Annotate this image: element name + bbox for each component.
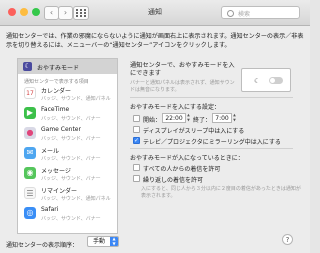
display-sleep-label: ディスプレイがスリープ中は入にする <box>143 128 245 135</box>
facetime-icon: ▶ <box>24 107 36 119</box>
app-name: Safari <box>41 206 59 213</box>
when-on-heading: おやすみモードが入になっているときに： <box>130 155 244 162</box>
dnd-preview: ☾ <box>241 68 291 92</box>
mirroring-label: テレビ／プロジェクタにミラーリング中は入にする <box>143 139 281 146</box>
app-alert-summary: バッジ、サウンド、バナー <box>41 216 101 222</box>
moon-icon: ☾ <box>254 77 261 85</box>
sidebar-item-facetime[interactable]: ▶ FaceTime バッジ、サウンド、バナー <box>18 104 117 124</box>
checkmark-icon: ✓ <box>134 137 140 144</box>
sort-order-value: 手動 <box>93 238 106 245</box>
title-bar: ‹ › 通知 検索 <box>0 0 310 26</box>
sidebar-item-do-not-disturb[interactable]: ☾ おやすみモード <box>18 59 117 74</box>
app-list: ☾ おやすみモード 通知センターで表示する項目 17 カレンダー バッジ、サウン… <box>17 58 118 234</box>
sort-order-label: 通知センターの表示順序： <box>6 242 79 249</box>
help-button[interactable]: ? <box>282 234 293 245</box>
app-alert-summary: バッジ、サウンド、バナー <box>41 176 101 182</box>
start-time-stepper[interactable]: ▲ ▼ <box>186 113 191 123</box>
sidebar-item-safari[interactable]: ◎ Safari バッジ、サウンド、バナー <box>18 204 117 224</box>
sort-order-select[interactable]: 手動 ▲ ▼ <box>87 236 119 247</box>
sidebar-item-messages[interactable]: ◉ メッセージ バッジ、サウンド、バナー <box>18 164 117 184</box>
app-name: FaceTime <box>41 106 70 113</box>
sidebar-item-label: おやすみモード <box>37 65 80 72</box>
app-name: メール <box>41 148 60 155</box>
chevron-updown-icon: ▲ ▼ <box>110 236 118 246</box>
repeated-calls-note: 入にすると、同じ人から３分以内に２度目の着信があったときは通知が表示されます。 <box>141 186 301 199</box>
end-label: 終了： <box>193 117 212 124</box>
app-alert-summary: バッジ、サウンド、バナー <box>41 156 101 162</box>
display-sleep-checkbox[interactable] <box>133 126 140 133</box>
app-name: Game Center <box>41 126 81 133</box>
schedule-checkbox[interactable] <box>133 115 140 122</box>
schedule-heading: おやすみモードを入にする設定： <box>130 104 221 111</box>
search-placeholder: 検索 <box>238 11 251 18</box>
messages-icon: ◉ <box>24 167 36 179</box>
start-label: 開始： <box>143 117 162 124</box>
pane-description: 通知センターでは、作業の邪魔にならないように通知が画面右上に表示されます。通知セ… <box>6 33 304 49</box>
dnd-heading: 通知センターで、おやすみモードを入にできます <box>130 62 235 77</box>
safari-icon: ◎ <box>24 207 36 219</box>
system-preferences-window: ‹ › 通知 検索 通知センターでは、作業の邪魔にならないように通知が画面右上に… <box>0 0 310 253</box>
start-time-field[interactable]: 22:00 <box>162 113 186 123</box>
search-icon <box>227 10 234 17</box>
moon-icon: ☾ <box>23 62 32 71</box>
sidebar-item-reminders[interactable]: ☰ リマインダー バッジ、サウンド、通知パネル <box>18 184 117 204</box>
end-time-stepper[interactable]: ▲ ▼ <box>232 113 237 123</box>
divider <box>130 97 293 98</box>
mail-icon: ✉ <box>24 147 36 159</box>
repeated-calls-checkbox[interactable] <box>133 175 140 182</box>
app-alert-summary: バッジ、サウンド、通知パネル <box>41 196 111 202</box>
app-alert-summary: バッジ、サウンド、バナー <box>41 116 101 122</box>
app-alert-summary: バッジ、サウンド、バナー <box>41 136 101 142</box>
search-field[interactable]: 検索 <box>221 6 300 19</box>
repeated-calls-label: 繰り返しの着信を許可 <box>143 177 204 184</box>
sidebar-item-mail[interactable]: ✉ メール バッジ、サウンド、バナー <box>18 144 117 164</box>
mirroring-checkbox[interactable]: ✓ <box>133 137 140 144</box>
reminders-icon: ☰ <box>24 187 36 199</box>
toggle-icon <box>269 77 283 84</box>
app-alert-summary: バッジ、サウンド、通知パネル <box>41 96 111 102</box>
calendar-icon: 17 <box>24 87 36 99</box>
app-name: リマインダー <box>41 188 78 195</box>
game-center-icon: ● <box>24 127 36 139</box>
sidebar-item-game-center[interactable]: ● Game Center バッジ、サウンド、バナー <box>18 124 117 144</box>
sidebar-item-calendar[interactable]: 17 カレンダー バッジ、サウンド、通知パネル <box>18 84 117 104</box>
dnd-description: バナーと通知パネルは表示されず、通知サウンドは無音になります。 <box>130 80 235 93</box>
app-name: カレンダー <box>41 88 72 95</box>
allow-all-calls-checkbox[interactable] <box>133 164 140 171</box>
allow-all-calls-label: すべての人からの着信を許可 <box>143 166 221 173</box>
end-time-field[interactable]: 7:00 <box>212 113 232 123</box>
divider <box>130 148 293 149</box>
app-name: メッセージ <box>41 168 71 175</box>
